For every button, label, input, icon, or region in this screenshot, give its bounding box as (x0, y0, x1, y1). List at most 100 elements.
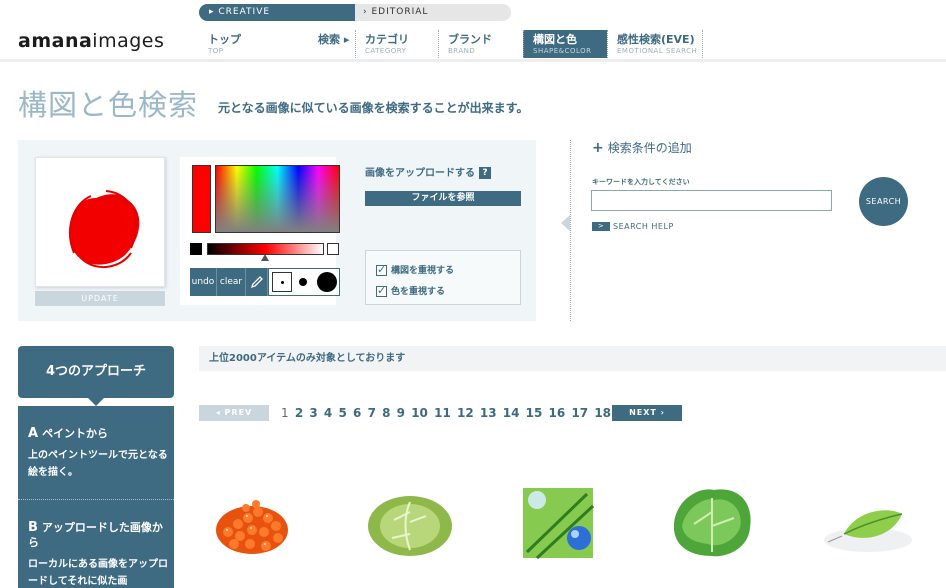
page-link[interactable]: 7 (368, 406, 376, 420)
page-link[interactable]: 8 (382, 406, 390, 420)
step-divider (18, 499, 174, 500)
brush-small-option[interactable] (272, 272, 292, 292)
help-icon[interactable]: ? (479, 167, 491, 179)
nav-category-sub: CATEGORY (365, 47, 407, 55)
page-link[interactable]: 12 (457, 406, 474, 420)
nav-shape-color-sub: SHAPE&COLOR (533, 47, 592, 55)
checkbox-color[interactable] (376, 284, 387, 297)
step-paint-title: A ペイントから (28, 426, 168, 441)
nav-brand-sub: BRAND (448, 47, 476, 55)
lettuce-image (673, 489, 751, 557)
result-thumbnail-green-bubbles[interactable] (517, 482, 617, 564)
page-link[interactable]: 9 (397, 406, 405, 420)
cabbage-image (368, 496, 452, 556)
paint-canvas[interactable] (35, 157, 165, 287)
color-picker: undo clear (180, 157, 340, 305)
page-link[interactable]: 6 (353, 406, 361, 420)
result-thumbnail-salmon-roe[interactable] (210, 482, 310, 564)
collection-tabs: ▸ CREATIVE › EDITORIAL (199, 4, 511, 21)
paint-tools: undo clear (190, 268, 340, 296)
page-current: 1 (281, 406, 289, 420)
option-color[interactable]: 色を重視する (376, 284, 445, 297)
nav-emotional-search[interactable]: 感性検索(EVE) EMOTIONAL SEARCH (607, 30, 703, 58)
page-title: 構図と色検索 (18, 88, 199, 122)
result-thumbnail-lettuce[interactable] (668, 482, 768, 564)
undo-button[interactable]: undo (190, 268, 217, 296)
pen-tool-button[interactable] (246, 268, 268, 296)
tab-editorial[interactable]: › EDITORIAL (355, 4, 511, 21)
color-spectrum[interactable] (215, 165, 340, 233)
small-dot-icon (281, 281, 284, 284)
next-page-button[interactable]: NEXT › (612, 405, 682, 421)
nav-top-sub: TOP (208, 47, 224, 55)
current-color-swatch (192, 165, 211, 233)
page-link[interactable]: 2 (295, 406, 303, 420)
page-link[interactable]: 4 (324, 406, 332, 420)
logo-light-text: images (92, 30, 165, 52)
nav-search[interactable]: 検索 ▸ (309, 30, 355, 58)
green-bubbles-image (523, 488, 595, 560)
nav-top-label: トップ (208, 33, 241, 46)
slider-handle-icon[interactable] (261, 254, 269, 261)
large-dot-icon[interactable] (317, 272, 337, 292)
site-logo[interactable]: amanaimages (18, 30, 164, 52)
tab-creative[interactable]: ▸ CREATIVE (199, 4, 355, 21)
panel-pointer (561, 215, 570, 231)
step-upload-desc: ローカルにある画像をアップロードしてそれに似た画 (28, 559, 168, 587)
result-thumbnail-cabbage[interactable] (364, 482, 464, 564)
result-thumbnail-leaf[interactable] (818, 482, 918, 564)
search-help-link[interactable]: > SEARCH HELP (592, 222, 674, 231)
update-button[interactable]: UPDATE (35, 291, 165, 306)
upload-label-text: 画像をアップロードする (365, 168, 475, 179)
keyword-input[interactable] (591, 190, 832, 211)
approach-steps: A ペイントから 上のペイントツールで元となる絵を描く。 B アップロードした画像か… (18, 406, 174, 588)
black-swatch[interactable] (190, 243, 202, 255)
add-condition-label: 検索条件の追加 (607, 141, 692, 155)
upload-label: 画像をアップロードする? (365, 164, 491, 179)
checkbox-shape[interactable] (376, 263, 387, 276)
clear-button[interactable]: clear (217, 268, 246, 296)
search-help-label: SEARCH HELP (613, 222, 674, 231)
nav-search-label: 検索 ▸ (318, 33, 350, 46)
paint-panel: UPDATE undo clear 画像をアップロードする? ファイルを参照 ✓… (18, 140, 536, 321)
add-search-condition[interactable]: + 検索条件の追加 (592, 139, 692, 156)
nav-emotional-sub: EMOTIONAL SEARCH (617, 47, 698, 55)
step-upload-title-text: アップロードした画像から (28, 521, 163, 549)
page-link[interactable]: 17 (571, 406, 588, 420)
medium-dot-icon[interactable] (299, 278, 307, 286)
brush-size-selector (268, 268, 340, 296)
step-upload-letter: B (28, 520, 38, 535)
white-swatch[interactable] (327, 243, 339, 255)
nav-shape-color[interactable]: 構図と色 SHAPE&COLOR (523, 30, 607, 58)
page-link[interactable]: 14 (503, 406, 520, 420)
nav-category[interactable]: カテゴリ CATEGORY (355, 30, 438, 58)
page-link[interactable]: 11 (434, 406, 451, 420)
nav-top[interactable]: トップ TOP (199, 30, 283, 58)
page-link[interactable]: 3 (309, 406, 317, 420)
nav-category-label: カテゴリ (365, 33, 409, 46)
option-shape[interactable]: 構図を重視する (376, 263, 454, 276)
pen-icon (250, 276, 263, 289)
nav-shape-color-label: 構図と色 (533, 33, 577, 46)
page-link[interactable]: 13 (480, 406, 497, 420)
step-upload-title: B アップロードした画像から (28, 520, 168, 550)
nav-brand-label: ブランド (448, 33, 492, 46)
results-note: 上位2000アイテムのみ対象としております (199, 346, 946, 371)
browse-file-button[interactable]: ファイルを参照 (365, 191, 521, 206)
page-link[interactable]: 5 (338, 406, 346, 420)
search-button[interactable]: SEARCH (859, 177, 908, 226)
page-link[interactable]: 16 (549, 406, 566, 420)
page-link[interactable]: 10 (411, 406, 428, 420)
logo-bold-text: amana (18, 30, 93, 52)
approach-heading: 4つのアプローチ (18, 346, 174, 406)
site-header: amanaimages ▸ CREATIVE › EDITORIAL トップ T… (0, 0, 946, 62)
plus-icon: + (592, 140, 604, 156)
page-link[interactable]: 15 (526, 406, 543, 420)
nav-brand[interactable]: ブランド BRAND (438, 30, 523, 58)
step-upload: B アップロードした画像から ローカルにある画像をアップロードしてそれに似た画 (28, 520, 168, 588)
keyword-label: キーワードを入力してください (592, 178, 690, 186)
step-paint-desc: 上のペイントツールで元となる絵を描く。 (28, 450, 168, 478)
prev-page-button[interactable]: ◂ PREV (199, 405, 269, 421)
red-scribble-drawing (69, 190, 140, 269)
page-link[interactable]: 18 (594, 406, 611, 420)
